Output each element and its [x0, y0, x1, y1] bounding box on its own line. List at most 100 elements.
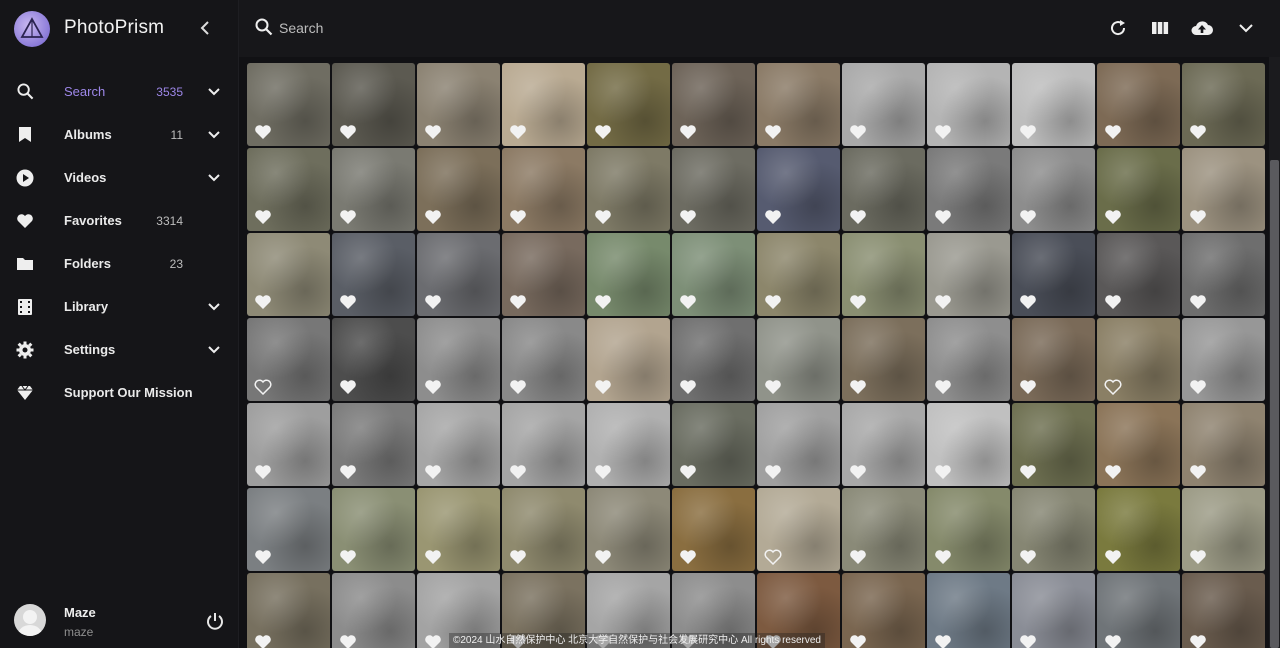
photo-tile[interactable]	[332, 233, 415, 316]
favorite-heart-icon[interactable]	[1189, 294, 1207, 310]
favorite-heart-icon[interactable]	[849, 209, 867, 225]
favorite-heart-icon[interactable]	[934, 549, 952, 565]
photo-tile[interactable]	[1182, 148, 1265, 231]
scrollbar-thumb[interactable]	[1270, 160, 1279, 648]
favorite-heart-icon[interactable]	[764, 549, 782, 565]
photo-tile[interactable]	[247, 403, 330, 486]
favorite-heart-icon[interactable]	[1104, 294, 1122, 310]
photo-tile[interactable]	[502, 403, 585, 486]
favorite-heart-icon[interactable]	[339, 379, 357, 395]
photo-tile[interactable]	[332, 318, 415, 401]
photo-tile[interactable]	[332, 63, 415, 146]
favorite-heart-icon[interactable]	[849, 124, 867, 140]
photo-tile[interactable]	[1182, 63, 1265, 146]
favorite-heart-icon[interactable]	[254, 464, 272, 480]
favorite-heart-icon[interactable]	[764, 124, 782, 140]
photo-tile[interactable]	[1097, 318, 1180, 401]
favorite-heart-icon[interactable]	[1019, 634, 1037, 648]
nav-item-settings[interactable]: Settings	[0, 328, 239, 371]
photo-tile[interactable]	[1012, 233, 1095, 316]
favorite-heart-icon[interactable]	[1189, 209, 1207, 225]
favorite-heart-icon[interactable]	[764, 294, 782, 310]
photo-tile[interactable]	[502, 63, 585, 146]
favorite-heart-icon[interactable]	[594, 209, 612, 225]
photo-tile[interactable]	[417, 148, 500, 231]
photo-tile[interactable]	[672, 63, 755, 146]
favorite-heart-icon[interactable]	[424, 549, 442, 565]
photo-tile[interactable]	[927, 318, 1010, 401]
favorite-heart-icon[interactable]	[934, 464, 952, 480]
photo-tile[interactable]	[757, 488, 840, 571]
favorite-heart-icon[interactable]	[679, 464, 697, 480]
photo-tile[interactable]	[587, 318, 670, 401]
photo-tile[interactable]	[502, 148, 585, 231]
photo-tile[interactable]	[842, 573, 925, 648]
photo-tile[interactable]	[587, 63, 670, 146]
photo-tile[interactable]	[1012, 573, 1095, 648]
favorite-heart-icon[interactable]	[1104, 124, 1122, 140]
photo-tile[interactable]	[247, 63, 330, 146]
favorite-heart-icon[interactable]	[424, 294, 442, 310]
avatar[interactable]	[14, 604, 46, 636]
photo-tile[interactable]	[417, 488, 500, 571]
favorite-heart-icon[interactable]	[254, 124, 272, 140]
photo-tile[interactable]	[927, 233, 1010, 316]
favorite-heart-icon[interactable]	[424, 379, 442, 395]
chevron-down-icon[interactable]	[207, 300, 221, 314]
photo-tile[interactable]	[587, 488, 670, 571]
photo-tile[interactable]	[1097, 233, 1180, 316]
photo-tile[interactable]	[587, 148, 670, 231]
favorite-heart-icon[interactable]	[509, 209, 527, 225]
photo-tile[interactable]	[247, 233, 330, 316]
favorite-heart-icon[interactable]	[679, 379, 697, 395]
photo-tile[interactable]	[672, 148, 755, 231]
favorite-heart-icon[interactable]	[849, 294, 867, 310]
photo-tile[interactable]	[927, 488, 1010, 571]
favorite-heart-icon[interactable]	[764, 379, 782, 395]
photo-tile[interactable]	[332, 488, 415, 571]
photo-tile[interactable]	[247, 573, 330, 648]
favorite-heart-icon[interactable]	[764, 464, 782, 480]
favorite-heart-icon[interactable]	[254, 379, 272, 395]
favorite-heart-icon[interactable]	[509, 379, 527, 395]
photo-tile[interactable]	[842, 488, 925, 571]
photo-tile[interactable]	[1012, 148, 1095, 231]
photo-tile[interactable]	[417, 233, 500, 316]
photo-tile[interactable]	[672, 318, 755, 401]
favorite-heart-icon[interactable]	[1019, 379, 1037, 395]
favorite-heart-icon[interactable]	[764, 209, 782, 225]
favorite-heart-icon[interactable]	[849, 464, 867, 480]
photo-tile[interactable]	[1182, 403, 1265, 486]
photo-tile[interactable]	[842, 233, 925, 316]
photo-tile[interactable]	[672, 233, 755, 316]
photo-tile[interactable]	[1097, 148, 1180, 231]
collapse-sidebar-button[interactable]	[196, 18, 214, 38]
favorite-heart-icon[interactable]	[1019, 549, 1037, 565]
more-options-button[interactable]	[1235, 17, 1257, 39]
favorite-heart-icon[interactable]	[934, 379, 952, 395]
favorite-heart-icon[interactable]	[424, 209, 442, 225]
favorite-heart-icon[interactable]	[424, 124, 442, 140]
chevron-down-icon[interactable]	[207, 128, 221, 142]
favorite-heart-icon[interactable]	[509, 124, 527, 140]
upload-button[interactable]	[1191, 17, 1213, 39]
photo-tile[interactable]	[1182, 318, 1265, 401]
favorite-heart-icon[interactable]	[1189, 124, 1207, 140]
favorite-heart-icon[interactable]	[1189, 464, 1207, 480]
nav-item-search[interactable]: Search 3535	[0, 70, 239, 113]
favorite-heart-icon[interactable]	[1189, 549, 1207, 565]
photo-tile[interactable]	[1182, 488, 1265, 571]
nav-item-library[interactable]: Library	[0, 285, 239, 328]
logout-button[interactable]	[205, 611, 225, 631]
photo-tile[interactable]	[672, 403, 755, 486]
favorite-heart-icon[interactable]	[679, 294, 697, 310]
favorite-heart-icon[interactable]	[934, 294, 952, 310]
photo-tile[interactable]	[417, 63, 500, 146]
favorite-heart-icon[interactable]	[509, 464, 527, 480]
nav-item-folders[interactable]: Folders 23	[0, 242, 239, 285]
favorite-heart-icon[interactable]	[1189, 634, 1207, 648]
favorite-heart-icon[interactable]	[934, 634, 952, 648]
photo-tile[interactable]	[417, 403, 500, 486]
photo-tile[interactable]	[502, 318, 585, 401]
photo-tile[interactable]	[1097, 488, 1180, 571]
